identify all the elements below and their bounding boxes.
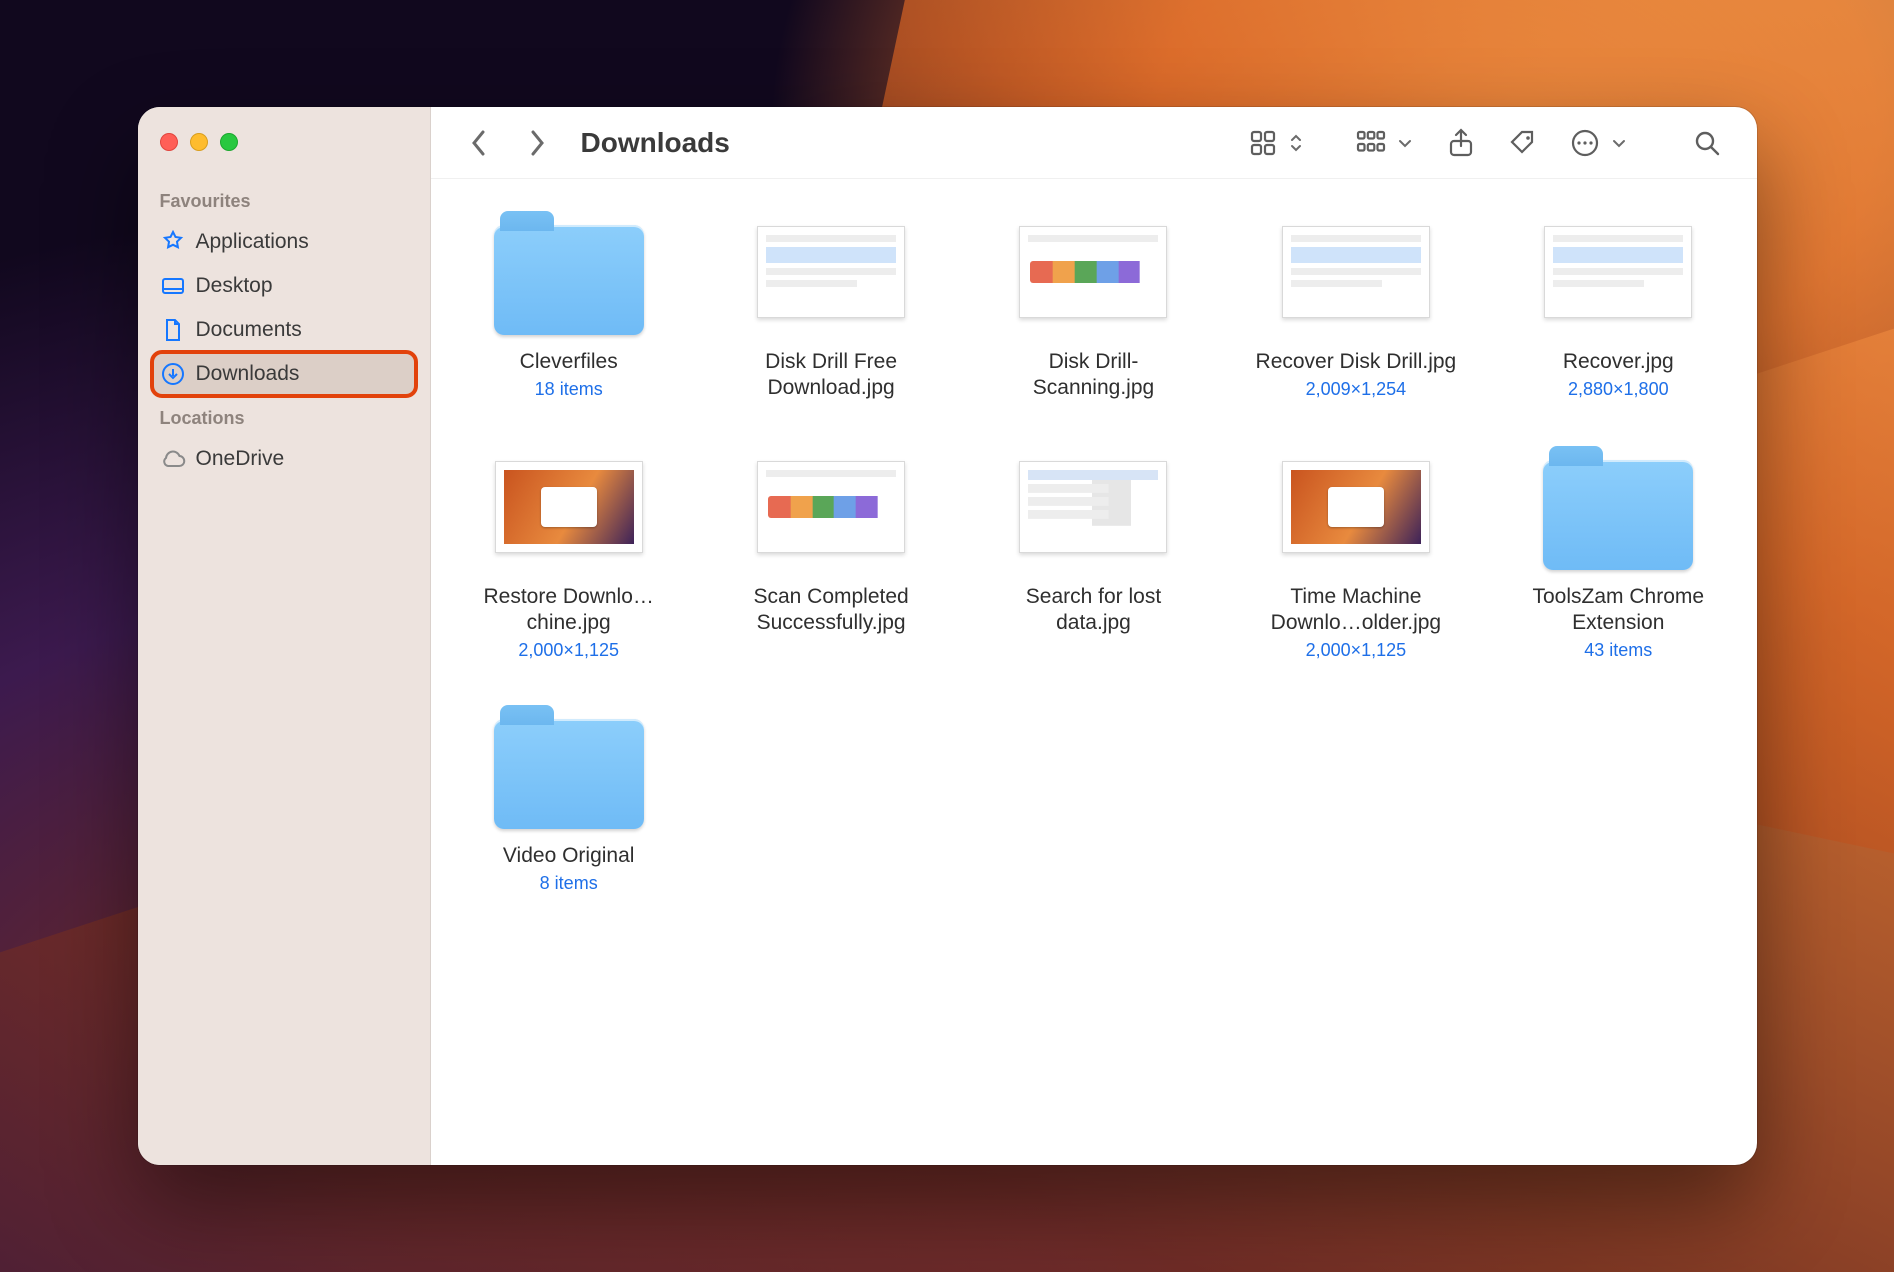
search-button[interactable] — [1685, 121, 1729, 165]
sidebar-item-label: Desktop — [196, 274, 273, 298]
file-name: Cleverfiles — [520, 349, 618, 375]
file-name: Disk Drill Free Download.jpg — [726, 349, 936, 402]
file-meta: 43 items — [1584, 640, 1652, 661]
file-meta: 2,000×1,125 — [1306, 640, 1407, 661]
tags-button[interactable] — [1501, 121, 1545, 165]
folder-icon — [494, 225, 644, 335]
sidebar-item-documents[interactable]: Documents — [152, 308, 416, 352]
forward-button[interactable] — [517, 123, 557, 163]
sidebar-section-label: Favourites — [152, 179, 416, 220]
folder-item[interactable]: Cleverfiles 18 items — [449, 207, 689, 402]
file-name: Video Original — [503, 843, 635, 869]
image-thumbnail — [1282, 226, 1430, 318]
group-by-button[interactable] — [1349, 121, 1393, 165]
view-icons-button[interactable] — [1241, 121, 1285, 165]
sidebar-item-label: Documents — [196, 318, 302, 342]
up-down-icon[interactable] — [1289, 131, 1303, 155]
sidebar-item-label: Applications — [196, 230, 309, 254]
file-name: Time Machine Downlo…older.jpg — [1251, 584, 1461, 637]
image-thumbnail — [757, 226, 905, 318]
image-thumbnail — [1544, 226, 1692, 318]
share-button[interactable] — [1439, 121, 1483, 165]
file-item[interactable]: Recover.jpg 2,880×1,800 — [1498, 207, 1738, 402]
more-actions-button[interactable] — [1563, 121, 1607, 165]
file-name: Disk Drill-Scanning.jpg — [988, 349, 1198, 402]
desktop-icon — [160, 273, 186, 299]
file-name: Scan Completed Successfully.jpg — [726, 584, 936, 637]
image-thumbnail — [1282, 461, 1430, 553]
downloads-icon — [160, 361, 186, 387]
minimize-button[interactable] — [190, 133, 208, 151]
image-thumbnail — [1019, 226, 1167, 318]
file-item[interactable]: Recover Disk Drill.jpg 2,009×1,254 — [1236, 207, 1476, 402]
sidebar-item-desktop[interactable]: Desktop — [152, 264, 416, 308]
file-item[interactable]: Search for lost data.jpg — [973, 442, 1213, 662]
file-name: Recover Disk Drill.jpg — [1256, 349, 1457, 375]
file-name: Restore Downlo…chine.jpg — [464, 584, 674, 637]
close-button[interactable] — [160, 133, 178, 151]
back-button[interactable] — [459, 123, 499, 163]
applications-icon — [160, 229, 186, 255]
main-pane: Downloads — [431, 107, 1757, 1165]
image-thumbnail — [495, 461, 643, 553]
file-meta: 18 items — [535, 379, 603, 400]
window-title: Downloads — [581, 127, 730, 159]
cloud-icon — [160, 446, 186, 472]
folder-icon — [1543, 460, 1693, 570]
file-item[interactable]: Restore Downlo…chine.jpg 2,000×1,125 — [449, 442, 689, 662]
folder-item[interactable]: Video Original 8 items — [449, 701, 689, 894]
folder-icon — [494, 719, 644, 829]
finder-window: Favourites Applications Desktop Document… — [138, 107, 1757, 1165]
file-meta: 2,880×1,800 — [1568, 379, 1669, 400]
file-grid: Cleverfiles 18 items Disk Drill Free Downl… — [449, 207, 1739, 894]
sidebar: Favourites Applications Desktop Document… — [138, 107, 431, 1165]
file-item[interactable]: Disk Drill-Scanning.jpg — [973, 207, 1213, 402]
sidebar-item-applications[interactable]: Applications — [152, 220, 416, 264]
image-thumbnail — [757, 461, 905, 553]
file-item[interactable]: Disk Drill Free Download.jpg — [711, 207, 951, 402]
chevron-down-icon[interactable] — [1397, 137, 1413, 149]
chevron-down-icon[interactable] — [1611, 137, 1627, 149]
folder-item[interactable]: ToolsZam Chrome Extension 43 items — [1498, 442, 1738, 662]
fullscreen-button[interactable] — [220, 133, 238, 151]
file-meta: 2,009×1,254 — [1306, 379, 1407, 400]
documents-icon — [160, 317, 186, 343]
sidebar-item-downloads[interactable]: Downloads — [152, 352, 416, 396]
sidebar-item-label: OneDrive — [196, 447, 285, 471]
sidebar-section-label: Locations — [152, 396, 416, 437]
window-controls — [152, 133, 416, 151]
file-meta: 8 items — [540, 873, 598, 894]
file-item[interactable]: Scan Completed Successfully.jpg — [711, 442, 951, 662]
sidebar-item-onedrive[interactable]: OneDrive — [152, 437, 416, 481]
image-thumbnail — [1019, 461, 1167, 553]
file-meta: 2,000×1,125 — [518, 640, 619, 661]
file-name: Recover.jpg — [1563, 349, 1674, 375]
file-name: ToolsZam Chrome Extension — [1513, 584, 1723, 637]
file-name: Search for lost data.jpg — [988, 584, 1198, 637]
file-item[interactable]: Time Machine Downlo…older.jpg 2,000×1,125 — [1236, 442, 1476, 662]
sidebar-item-label: Downloads — [196, 362, 300, 386]
toolbar: Downloads — [431, 107, 1757, 179]
